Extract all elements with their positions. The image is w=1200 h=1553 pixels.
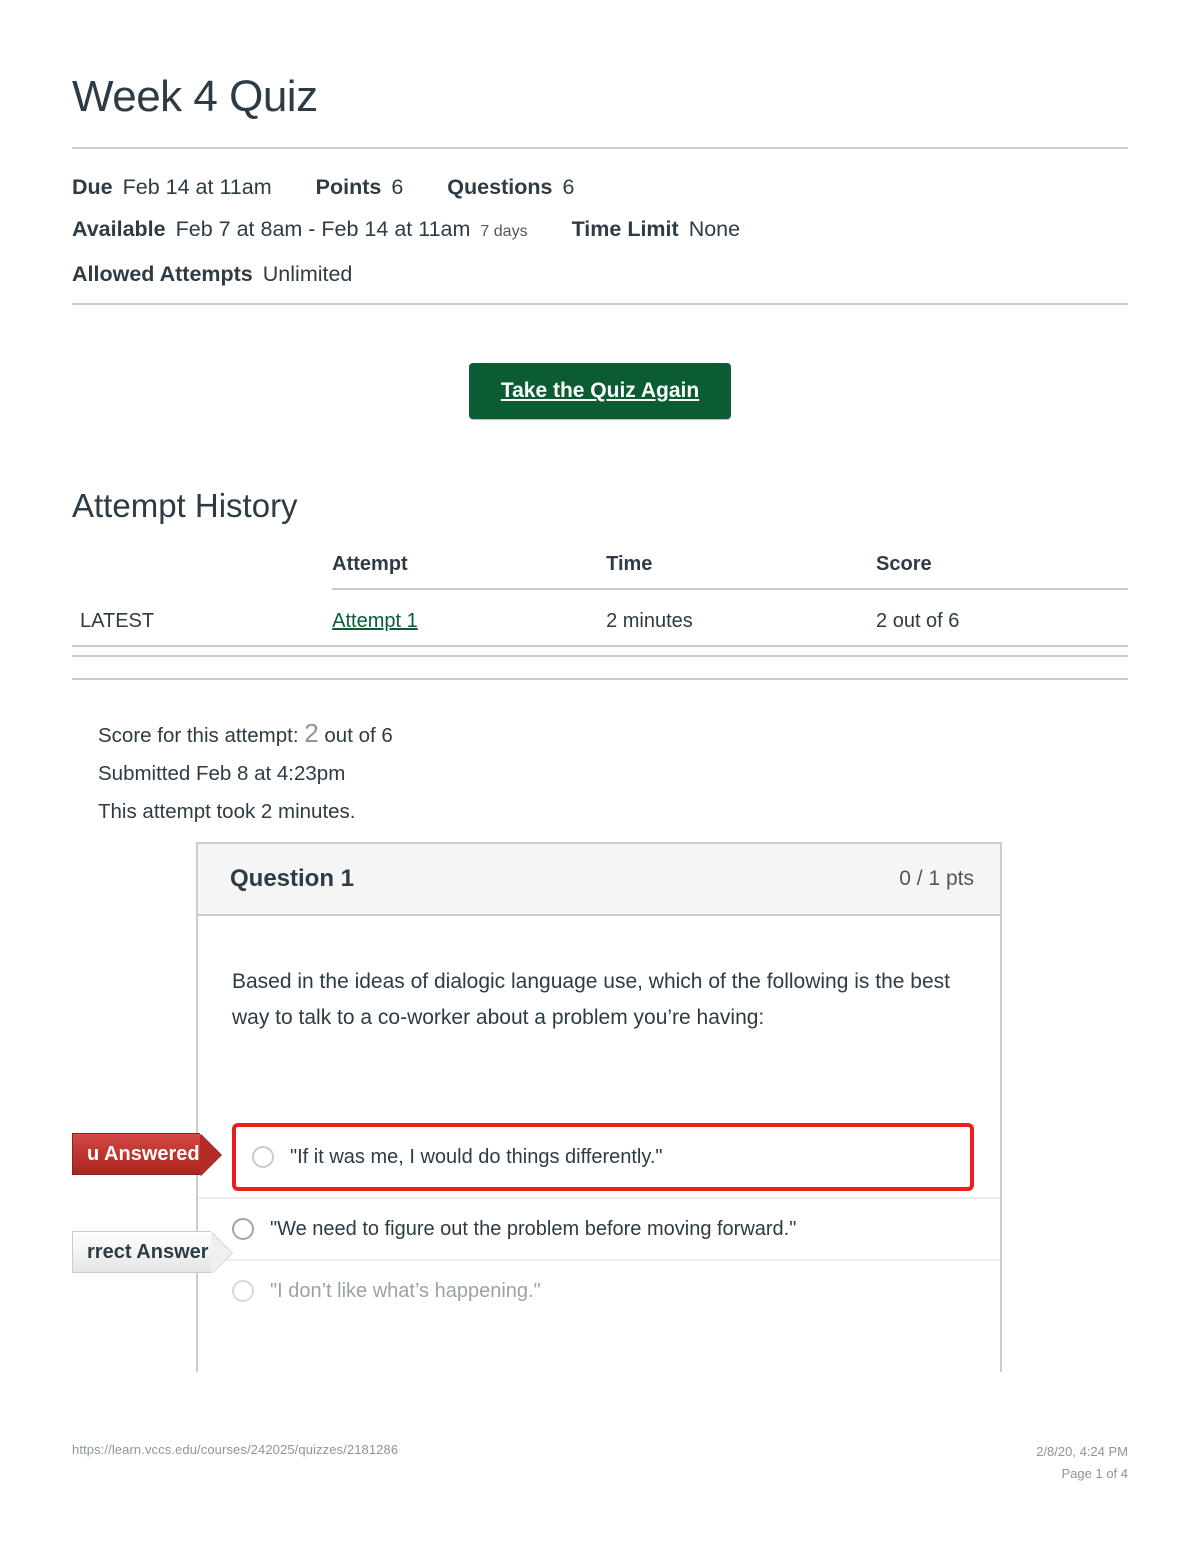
ribbon-arrow-icon — [211, 1232, 232, 1274]
allowed-attempts-value: Unlimited — [262, 262, 353, 286]
divider-below-table — [72, 645, 1128, 647]
meta-row-due: Due Feb 14 at 11am Points 6 Questions 6 — [72, 166, 1132, 208]
correct-answer-ribbon: rrect Answer — [72, 1231, 232, 1274]
you-answered-ribbon: u Answered — [72, 1133, 221, 1176]
radio-button-icon[interactable] — [232, 1218, 254, 1240]
score-prefix: Score for this attempt: — [98, 724, 299, 747]
time-limit-value: None — [688, 217, 741, 241]
table-header-row: Attempt Time Score — [72, 553, 1128, 590]
column-header-attempt: Attempt — [332, 553, 607, 590]
points-value: 6 — [391, 175, 404, 199]
column-header-kept — [72, 553, 332, 589]
question-name: Question 1 — [230, 865, 355, 892]
footer-url: https://learn.vccs.edu/courses/242025/qu… — [72, 1442, 399, 1457]
attempt-link[interactable]: Attempt 1 — [332, 610, 418, 632]
divider-meta-bottom — [72, 303, 1128, 305]
radio-button-icon[interactable] — [252, 1146, 274, 1168]
due-value: Feb 14 at 11am — [122, 175, 272, 199]
question-header: Question 1 0 / 1 pts — [198, 844, 1000, 916]
column-header-time: Time — [606, 553, 877, 590]
correct-answer-ribbon-label: rrect Answer — [87, 1240, 209, 1263]
answer-list: "If it was me, I would do things differe… — [198, 1119, 1000, 1321]
score-line: Score for this attempt: 2 out of 6 — [98, 714, 393, 755]
question-text: Based in the ideas of dialogic language … — [232, 970, 950, 1029]
take-quiz-again-wrapper: Take the Quiz Again — [0, 363, 1200, 419]
divider-above-summary — [72, 678, 1128, 680]
footer-meta: 2/8/20, 4:24 PM Page 1 of 4 — [1036, 1441, 1128, 1485]
footer-timestamp: 2/8/20, 4:24 PM — [1036, 1444, 1128, 1459]
questions-label: Questions — [447, 175, 553, 199]
time-limit-label: Time Limit — [571, 217, 679, 241]
attempt-history-table: Attempt Time Score LATEST Attempt 1 2 mi… — [72, 553, 1128, 657]
available-label: Available — [72, 217, 166, 241]
quiz-meta: Due Feb 14 at 11am Points 6 Questions 6 Avail… — [72, 166, 1132, 295]
attempt-history-heading: Attempt History — [72, 487, 298, 524]
answer-option-correct[interactable]: "We need to figure out the problem befor… — [198, 1197, 1000, 1259]
score-suffix: out of 6 — [324, 724, 393, 747]
answer-text: "I don’t like what’s happening." — [270, 1279, 541, 1302]
due-label: Due — [72, 175, 113, 199]
answer-text: "If it was me, I would do things differe… — [290, 1145, 663, 1168]
column-header-score: Score — [876, 553, 1128, 590]
ribbon-arrow-icon — [200, 1134, 221, 1176]
answer-option-selected-incorrect[interactable]: "If it was me, I would do things differe… — [232, 1123, 974, 1191]
attempt-summary: Score for this attempt: 2 out of 6 Submi… — [98, 714, 393, 831]
page-title: Week 4 Quiz — [72, 72, 318, 121]
question-points: 0 / 1 pts — [899, 867, 974, 890]
duration-line: This attempt took 2 minutes. — [98, 800, 356, 823]
meta-row-attempts: Allowed Attempts Unlimited — [72, 253, 1132, 295]
quiz-results-page: Week 4 Quiz Due Feb 14 at 11am Points 6 Ques… — [0, 0, 1200, 1553]
take-quiz-again-button[interactable]: Take the Quiz Again — [468, 363, 732, 419]
you-answered-ribbon-label: u Answered — [87, 1142, 200, 1165]
available-duration: 7 days — [480, 223, 528, 240]
available-value: Feb 7 at 8am - Feb 14 at 11am — [175, 217, 471, 241]
footer-page-number: Page 1 of 4 — [1061, 1466, 1129, 1481]
answer-option[interactable]: "I don’t like what’s happening." — [198, 1259, 1000, 1321]
score-value: 2 — [304, 718, 319, 748]
radio-button-icon[interactable] — [232, 1280, 254, 1302]
submitted-line: Submitted Feb 8 at 4:23pm — [98, 762, 346, 785]
points-label: Points — [315, 175, 382, 199]
question-container: Question 1 0 / 1 pts Based in the ideas … — [196, 842, 1002, 1372]
answer-text: "We need to figure out the problem befor… — [270, 1217, 797, 1240]
questions-value: 6 — [562, 175, 575, 199]
divider-top — [72, 147, 1128, 149]
meta-row-available: Available Feb 7 at 8am - Feb 14 at 11am 7 … — [72, 208, 1132, 253]
allowed-attempts-label: Allowed Attempts — [72, 262, 253, 286]
